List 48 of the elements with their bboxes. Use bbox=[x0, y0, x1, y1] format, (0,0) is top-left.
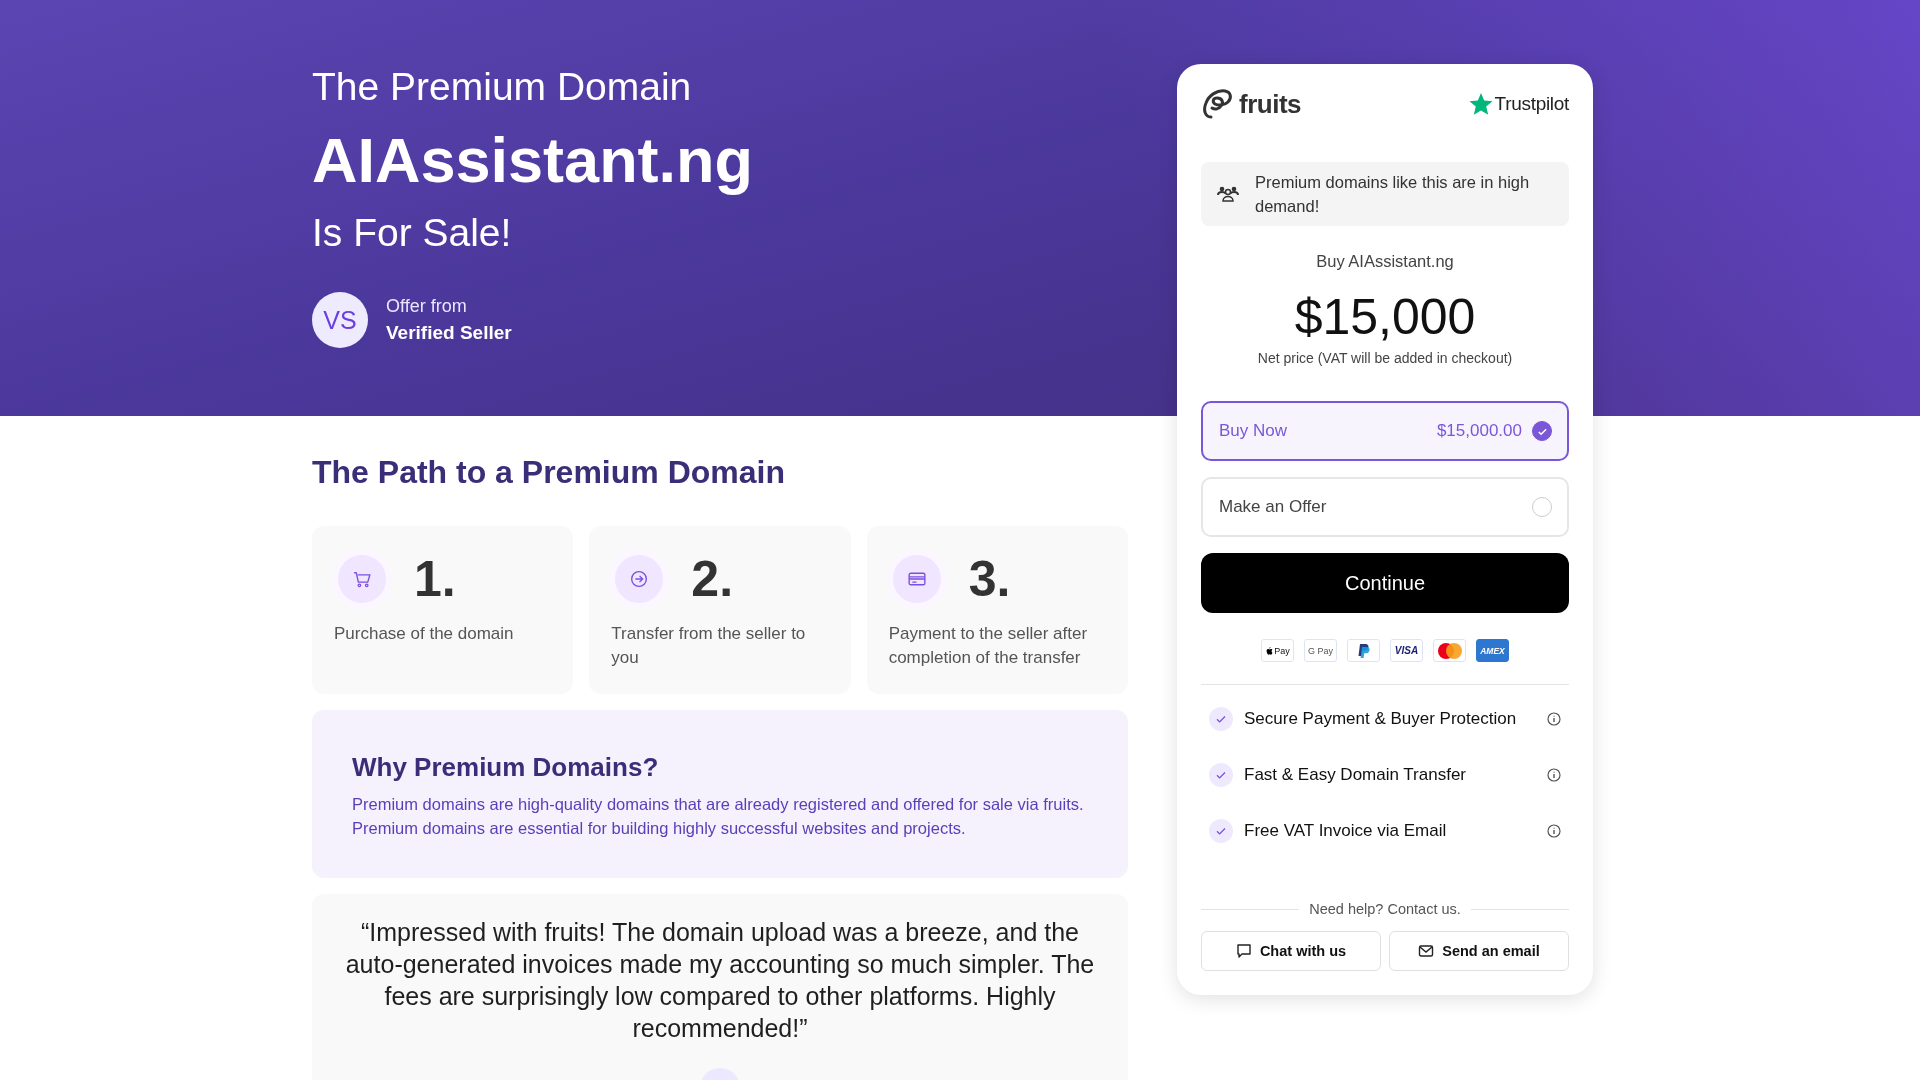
check-icon bbox=[1209, 819, 1233, 843]
purchase-option[interactable]: Make an Offer bbox=[1201, 477, 1569, 537]
section-title: The Path to a Premium Domain bbox=[312, 453, 785, 492]
feature-label: Fast & Easy Domain Transfer bbox=[1244, 765, 1468, 785]
hero-tagline: Is For Sale! bbox=[312, 210, 512, 256]
step-description: Transfer from the seller to you bbox=[611, 623, 807, 669]
apple-pay-icon: Pay bbox=[1261, 639, 1294, 662]
check-icon bbox=[1209, 763, 1233, 787]
purchase-option[interactable]: Buy Now $15,000.00 bbox=[1201, 401, 1569, 461]
info-text: Premium domains are high-quality domains that are already registered and offered for sale via fruits. Premium domains are essential for building highly successful websites and projects. bbox=[352, 794, 1085, 839]
step-number: 2. bbox=[691, 552, 734, 606]
price-note: Net price (VAT will be added in checkout) bbox=[1257, 349, 1513, 367]
seller-name: Verified Seller bbox=[386, 321, 512, 345]
info-icon[interactable] bbox=[1547, 712, 1561, 726]
help-text: Need help? Contact us. bbox=[1309, 901, 1461, 917]
domain-title: AIAssistant.ng bbox=[312, 124, 754, 197]
feature-label: Free VAT Invoice via Email bbox=[1244, 821, 1448, 841]
info-title: Why Premium Domains? bbox=[352, 751, 659, 784]
price: $15,000 bbox=[1294, 288, 1476, 347]
brand-logo-icon bbox=[1201, 87, 1235, 121]
continue-button[interactable]: Continue bbox=[1201, 553, 1569, 613]
star-icon bbox=[1468, 92, 1493, 116]
users-icon bbox=[1217, 185, 1239, 203]
amex-icon: AMEX bbox=[1476, 639, 1509, 662]
info-icon[interactable] bbox=[1547, 824, 1561, 838]
rating-site-name: Trustpilot bbox=[1494, 93, 1569, 115]
mastercard-icon bbox=[1433, 639, 1466, 662]
google-pay-icon: G Pay bbox=[1304, 639, 1337, 662]
brand-name: fruits bbox=[1239, 88, 1301, 120]
step-description: Payment to the seller after completion of the transfer bbox=[888, 623, 1089, 669]
step-number: 1. bbox=[414, 552, 456, 606]
purchase-heading: Buy AIAssistant.ng bbox=[1315, 252, 1455, 271]
visa-icon: VISA bbox=[1390, 639, 1423, 662]
radio-indicator bbox=[1532, 421, 1552, 441]
feature-label: Secure Payment & Buyer Protection bbox=[1244, 709, 1518, 729]
check-icon bbox=[1209, 707, 1233, 731]
testimonial-quote: “Impressed with fruits! The domain upload was a breeze, and the auto-generated invoices made my accounting so much simpler. The fees are surprisingly low compared to other platforms. Highly recommended!” bbox=[344, 917, 1096, 1044]
step-number: 3. bbox=[968, 552, 1011, 606]
paypal-icon bbox=[1347, 639, 1380, 662]
step-description: Purchase of the domain bbox=[334, 623, 515, 645]
info-icon[interactable] bbox=[1547, 768, 1561, 782]
contact-button[interactable]: Chat with us bbox=[1201, 931, 1381, 971]
mail-icon bbox=[1418, 943, 1435, 959]
chat-icon bbox=[1235, 943, 1252, 959]
seller-caption: Offer from bbox=[386, 295, 468, 318]
notice-text: Premium domains like this are in high demand! bbox=[1255, 172, 1531, 217]
contact-button[interactable]: Send an email bbox=[1389, 931, 1569, 971]
hero-eyebrow: The Premium Domain bbox=[312, 64, 692, 110]
